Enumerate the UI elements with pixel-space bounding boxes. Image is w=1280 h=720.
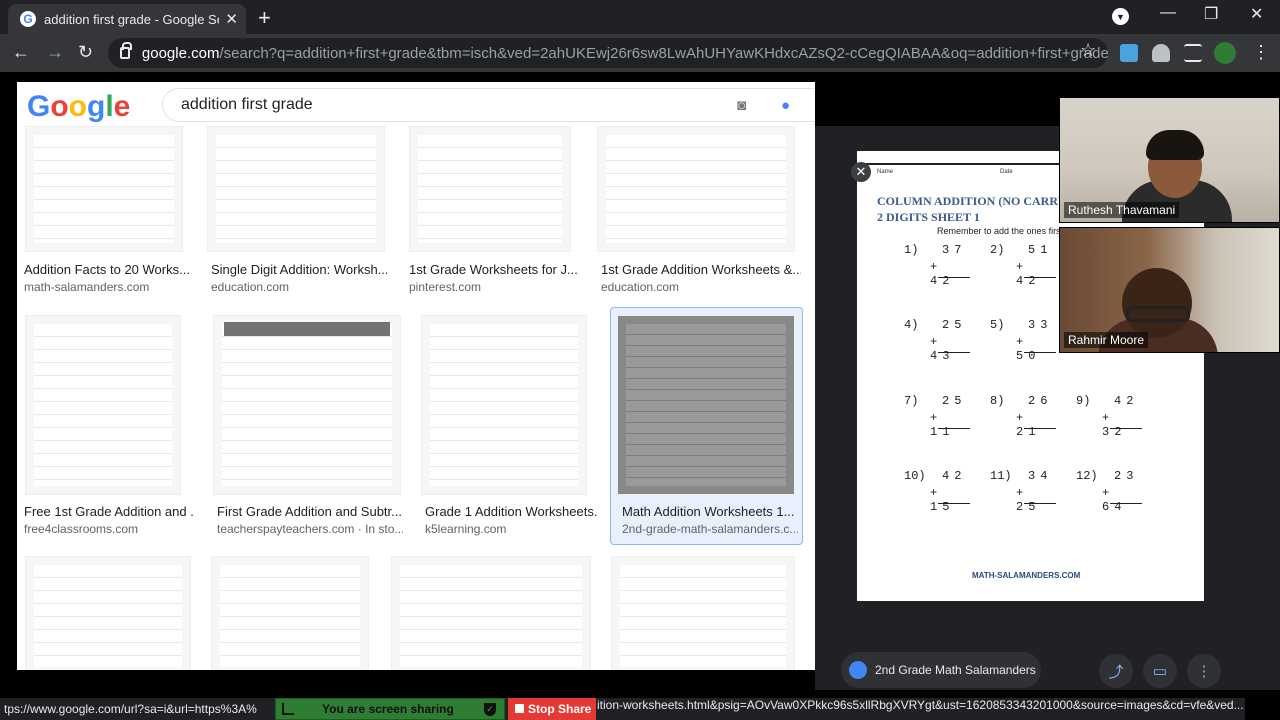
maximize-button[interactable]: ❐ xyxy=(1204,4,1218,24)
avatar[interactable] xyxy=(1214,42,1236,64)
participant-name: Rahmir Moore xyxy=(1064,332,1149,348)
more-options-icon[interactable]: ⋮ xyxy=(1187,654,1221,688)
result-thumbnail[interactable] xyxy=(25,556,191,670)
close-preview-icon[interactable]: ✕ xyxy=(851,162,871,182)
participant-face xyxy=(1122,268,1192,338)
preview-site-name: 2nd Grade Math Salamanders xyxy=(875,663,1036,677)
status-url-right: ition-worksheets.html&psig=AOvVaw0XPkkc9… xyxy=(597,698,1244,712)
puzzle-extensions-icon[interactable] xyxy=(1152,44,1170,62)
result-thumbnail[interactable] xyxy=(611,556,795,670)
reload-button[interactable]: ↻ xyxy=(78,42,93,63)
search-results-pane: Google addition first grade ◙ ● ⌕ Additi… xyxy=(17,82,815,670)
browser-toolbar: ← → ↻ google.com /search?q=addition+firs… xyxy=(0,34,1280,72)
result-thumbnail[interactable] xyxy=(211,556,369,670)
result-source: k5learning.com xyxy=(425,522,507,536)
new-tab-button[interactable]: + xyxy=(258,5,271,31)
media-queue-icon[interactable] xyxy=(1184,44,1202,62)
forward-button[interactable]: → xyxy=(46,42,64,63)
result-title[interactable]: Grade 1 Addition Worksheets... xyxy=(425,504,597,519)
participant-hair xyxy=(1146,130,1204,160)
tab-title: addition first grade - Google Sea xyxy=(44,11,220,27)
result-thumbnail[interactable] xyxy=(391,556,591,670)
address-bar[interactable]: google.com /search?q=addition+first+grad… xyxy=(108,38,1108,68)
microphone-icon[interactable]: ● xyxy=(781,97,790,114)
close-window-button[interactable]: ✕ xyxy=(1250,4,1263,24)
save-icon[interactable]: ▭ xyxy=(1143,654,1177,688)
preview-site-chip[interactable]: 2nd Grade Math Salamanders xyxy=(841,652,1041,688)
site-favicon-icon xyxy=(849,661,867,679)
result-thumbnail[interactable] xyxy=(597,126,795,252)
result-title[interactable]: 1st Grade Worksheets for J... xyxy=(409,262,579,277)
result-title[interactable]: Single Digit Addition: Worksh... xyxy=(211,262,387,277)
glasses-icon xyxy=(1126,306,1190,322)
tab-close-icon[interactable]: ✕ xyxy=(225,10,238,28)
url-host: google.com xyxy=(141,44,220,62)
share-icon[interactable]: ⤴ xyxy=(1099,654,1133,688)
result-source: education.com xyxy=(211,280,290,294)
shield-check-icon: ✓ xyxy=(484,703,496,716)
result-thumbnail[interactable] xyxy=(409,126,571,252)
result-thumbnail[interactable] xyxy=(213,315,401,495)
stop-share-label: Stop Share xyxy=(528,702,592,716)
result-source: teacherspayteachers.com · In sto... xyxy=(217,522,403,536)
search-input[interactable]: addition first grade ◙ ● ⌕ xyxy=(162,88,815,122)
result-title[interactable]: First Grade Addition and Subtr... xyxy=(217,504,403,519)
result-source: math-salamanders.com xyxy=(24,280,150,294)
url-path: /search?q=addition+first+grade&tbm=isch&… xyxy=(219,44,1108,62)
result-title[interactable]: Addition Facts to 20 Works... xyxy=(24,262,194,277)
result-source: 2nd-grade-math-salamanders.c... xyxy=(622,522,798,536)
camera-icon[interactable]: ◙ xyxy=(737,97,746,114)
google-logo[interactable]: Google xyxy=(27,90,130,124)
media-control-icon[interactable]: ▼ xyxy=(1112,8,1129,25)
result-thumbnail[interactable] xyxy=(25,126,183,252)
math-salamanders-logo: MATH-SALAMANDERS.COM xyxy=(972,571,1081,580)
worksheet-name-label: Name xyxy=(877,169,894,175)
screen-sharing-label: You are screen sharing xyxy=(322,702,454,716)
link-status-bar: tps://www.google.com/url?sa=i&url=https%… xyxy=(0,698,1245,720)
result-thumbnail[interactable] xyxy=(207,126,385,252)
result-title[interactable]: Math Addition Worksheets 1... xyxy=(622,504,798,519)
result-source: education.com xyxy=(601,280,680,294)
participant-name: Ruthesh Thavamani xyxy=(1064,202,1180,218)
browser-tab[interactable]: G addition first grade - Google Sea ✕ xyxy=(8,4,246,34)
video-tile[interactable]: Rahmir Moore xyxy=(1059,227,1280,353)
drag-handle-icon[interactable] xyxy=(282,703,294,715)
google-favicon-icon: G xyxy=(20,11,36,27)
screen-sharing-banner[interactable]: You are screen sharing ✓ xyxy=(275,698,505,720)
stop-icon xyxy=(515,704,524,713)
menu-kebab-icon[interactable]: ⋮ xyxy=(1252,42,1270,63)
result-thumbnail-selected[interactable] xyxy=(617,315,795,495)
stop-share-button[interactable]: Stop Share xyxy=(508,698,596,720)
result-title[interactable]: Free 1st Grade Addition and ... xyxy=(24,504,194,519)
search-query: addition first grade xyxy=(181,96,313,113)
result-thumbnail[interactable] xyxy=(25,315,181,495)
video-tile[interactable]: Ruthesh Thavamani xyxy=(1059,97,1280,223)
result-thumbnail[interactable] xyxy=(421,315,587,495)
back-button[interactable]: ← xyxy=(12,42,30,63)
result-source: free4classrooms.com xyxy=(24,522,139,536)
tab-strip: G addition first grade - Google Sea ✕ + … xyxy=(0,0,1280,34)
lock-icon[interactable] xyxy=(120,42,132,59)
extension-icon[interactable] xyxy=(1120,44,1138,62)
worksheet-date-label: Date xyxy=(1000,169,1013,175)
status-url-left: tps://www.google.com/url?sa=i&url=https%… xyxy=(4,702,257,716)
minimize-button[interactable]: — xyxy=(1160,4,1176,22)
worksheet-instruction: Remember to add the ones first xyxy=(937,226,1064,236)
bookmark-star-icon[interactable]: ☆ xyxy=(1080,40,1096,61)
result-title[interactable]: 1st Grade Addition Worksheets &... xyxy=(601,262,801,277)
result-source: pinterest.com xyxy=(409,280,482,294)
